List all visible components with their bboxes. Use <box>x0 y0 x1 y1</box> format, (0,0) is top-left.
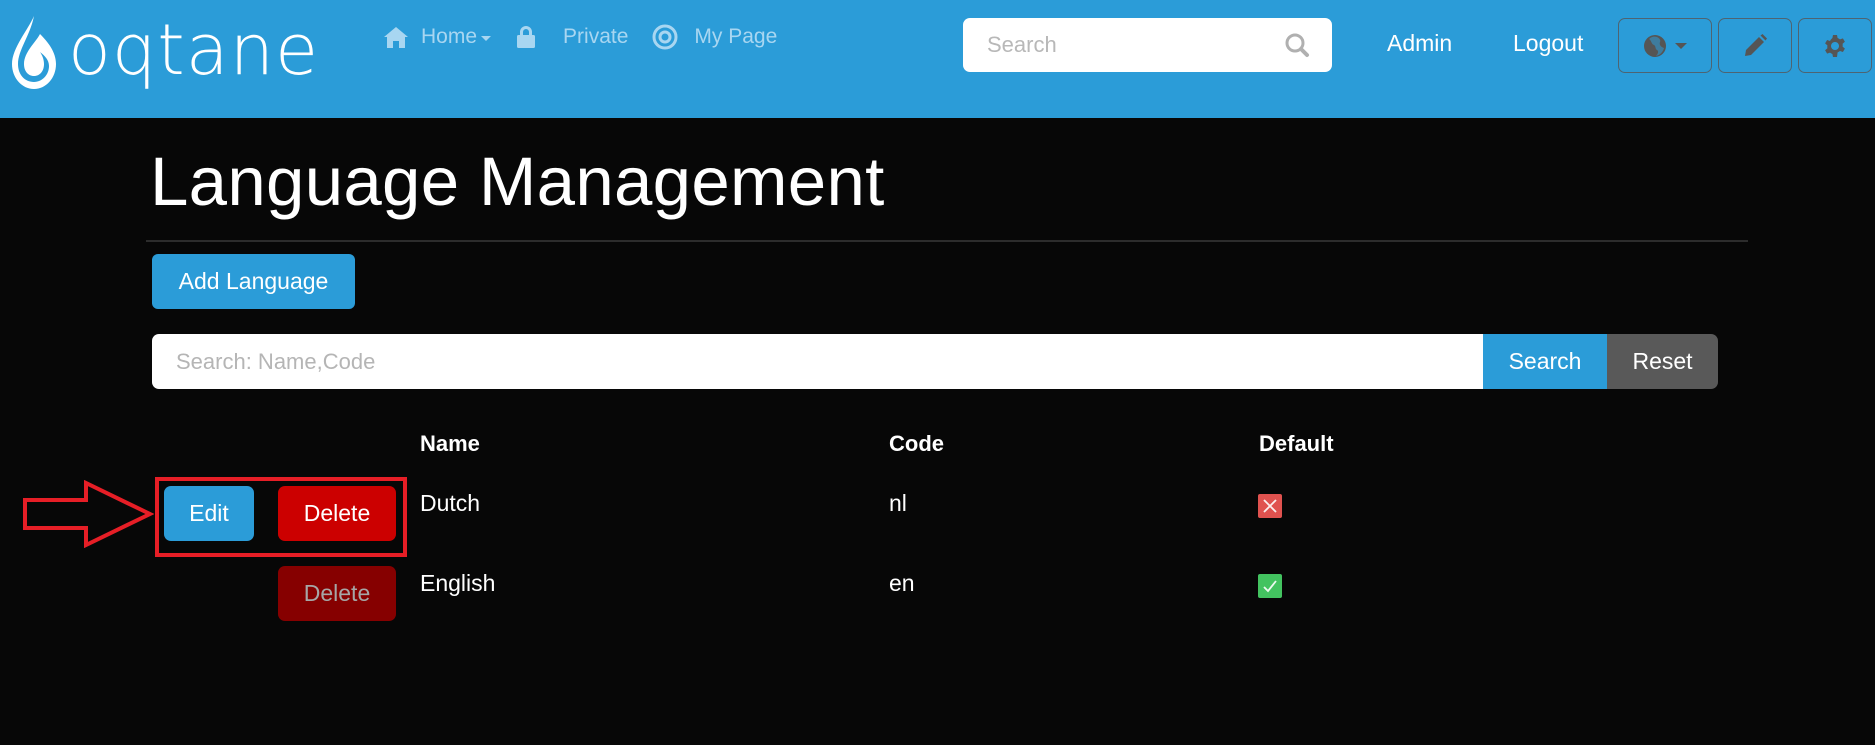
lock-icon <box>517 26 536 48</box>
control-panel-button[interactable] <box>1798 18 1872 73</box>
admin-link[interactable]: Admin <box>1387 30 1452 57</box>
home-icon <box>384 27 408 48</box>
nav-label-home: Home <box>421 25 478 48</box>
pencil-icon <box>1745 33 1767 56</box>
column-header-code: Code <box>889 431 944 456</box>
language-search-bar: Search Reset <box>152 334 1718 389</box>
not-default-icon <box>1258 494 1282 518</box>
nav-label-my-page: My Page <box>694 25 778 48</box>
logout-link[interactable]: Logout <box>1513 30 1583 57</box>
nav-item-private[interactable]: Private <box>515 25 628 49</box>
main-nav: Home Private My Page <box>383 24 801 50</box>
chevron-down-icon <box>481 35 492 41</box>
globe-icon <box>1644 34 1666 57</box>
language-code: nl <box>889 490 907 516</box>
column-header-name: Name <box>420 431 480 456</box>
language-name: Dutch <box>420 490 481 516</box>
edit-mode-button[interactable] <box>1718 18 1792 73</box>
target-icon <box>652 24 678 50</box>
column-header-default: Default <box>1259 431 1334 456</box>
site-header: oqtane Home Private My Page Admin Logout <box>0 0 1875 118</box>
reset-button[interactable]: Reset <box>1607 334 1718 389</box>
annotation-arrow-icon <box>23 480 154 548</box>
logo-text: oqtane <box>68 9 320 91</box>
chevron-down-icon <box>1675 42 1687 49</box>
search-button[interactable]: Search <box>1483 334 1607 389</box>
default-check-icon <box>1258 574 1282 598</box>
annotation-highlight-box <box>155 477 407 557</box>
language-code: en <box>889 570 915 596</box>
add-language-button[interactable]: Add Language <box>152 254 355 309</box>
oqtane-logo[interactable]: oqtane <box>8 12 348 94</box>
nav-item-home[interactable]: Home <box>383 25 492 49</box>
gear-icon <box>1825 34 1845 57</box>
nav-label-private: Private <box>563 25 629 48</box>
page-title: Language Management <box>150 143 885 220</box>
droplet-logo-icon <box>12 16 56 89</box>
language-name: English <box>420 570 496 596</box>
language-search-input[interactable] <box>152 334 1483 389</box>
language-selector-button[interactable] <box>1618 18 1712 73</box>
search-icon[interactable] <box>1284 32 1310 58</box>
site-search-input[interactable] <box>987 32 1284 58</box>
nav-item-my-page[interactable]: My Page <box>652 24 777 50</box>
delete-button-disabled: Delete <box>278 566 396 621</box>
title-divider <box>146 240 1748 242</box>
site-search <box>963 18 1332 72</box>
